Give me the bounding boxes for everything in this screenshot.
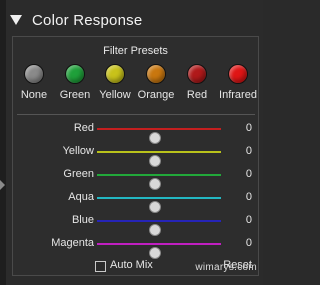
slider-value[interactable]: 0 [246, 122, 252, 134]
slider-value[interactable]: 0 [246, 214, 252, 226]
auto-mix-checkbox[interactable] [95, 261, 106, 272]
slider-label: Red [73, 122, 94, 134]
auto-mix-label[interactable]: Auto Mix [110, 259, 153, 271]
slider-track[interactable] [97, 197, 221, 213]
preset-green-swatch-icon[interactable] [65, 64, 85, 84]
panel-expand-arrow-icon[interactable] [0, 180, 5, 190]
slider-value[interactable]: 0 [246, 237, 252, 249]
preset-yellow-swatch-icon[interactable] [105, 64, 125, 84]
slider-label: Magenta [51, 237, 94, 249]
slider-row-magenta: Magenta 0 [13, 234, 258, 259]
slider-track[interactable] [97, 128, 221, 144]
slider-thumb[interactable] [149, 247, 161, 259]
slider-label: Yellow [62, 145, 94, 157]
collapse-triangle-icon[interactable] [10, 15, 22, 25]
filter-presets-title: Filter Presets [103, 45, 168, 57]
slider-track[interactable] [97, 151, 221, 167]
preset-infrared-swatch-icon[interactable] [228, 64, 248, 84]
preset-none-swatch-icon[interactable] [24, 64, 44, 84]
preset-label: Infrared [219, 89, 257, 101]
panel-title: Color Response [32, 11, 143, 29]
slider-track[interactable] [97, 243, 221, 259]
slider-label: Aqua [68, 191, 94, 203]
slider-value[interactable]: 0 [246, 145, 252, 157]
panel-header[interactable]: Color Response [8, 6, 260, 34]
slider-label: Green [63, 168, 94, 180]
slider-track[interactable] [97, 174, 221, 190]
slider-label: Blue [71, 214, 94, 226]
slider-track[interactable] [97, 220, 221, 236]
color-response-panel: Color Response Filter Presets None Green… [0, 0, 263, 285]
slider-row-yellow: Yellow 0 [13, 142, 258, 167]
panel-body: Filter Presets None Green Yellow Orange … [12, 36, 259, 276]
divider [17, 114, 255, 115]
slider-value[interactable]: 0 [246, 191, 252, 203]
slider-row-red: Red 0 [13, 119, 258, 144]
preset-orange-swatch-icon[interactable] [146, 64, 166, 84]
left-edge [0, 0, 6, 285]
slider-value[interactable]: 0 [246, 168, 252, 180]
slider-row-green: Green 0 [13, 165, 258, 190]
slider-row-aqua: Aqua 0 [13, 188, 258, 213]
slider-row-blue: Blue 0 [13, 211, 258, 236]
preset-infrared[interactable]: Infrared [214, 64, 262, 101]
preset-red-swatch-icon[interactable] [187, 64, 207, 84]
watermark: wimarys.com [195, 262, 257, 273]
